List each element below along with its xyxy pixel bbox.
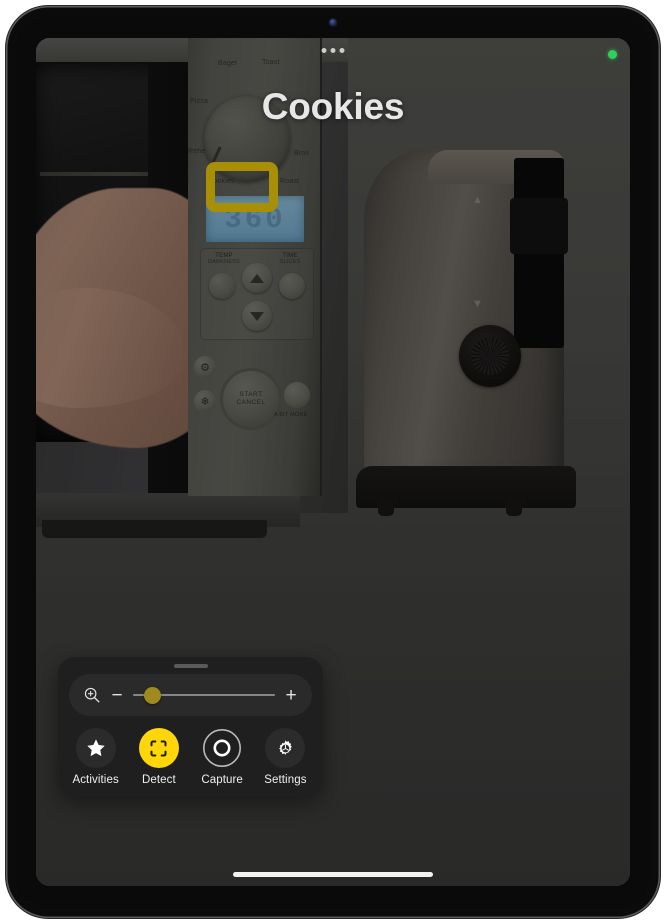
home-indicator-bar[interactable] bbox=[233, 872, 433, 877]
dial-label-broil: Broil bbox=[294, 150, 310, 157]
cancel-text: CANCEL bbox=[236, 399, 266, 406]
multitask-dot bbox=[330, 48, 336, 53]
oven-keypad: TEMP DARKNESS TIME SLICES bbox=[200, 248, 314, 340]
snowflake-icon: ❄ bbox=[194, 390, 216, 412]
oven-up-button bbox=[242, 263, 272, 293]
darkness-text: DARKNESS bbox=[208, 259, 240, 265]
scan-frame-icon bbox=[150, 739, 167, 757]
chevron-up-icon: ▲ bbox=[472, 194, 483, 206]
oven-start-cancel-button: START CANCEL bbox=[220, 368, 282, 430]
capture-label: Capture bbox=[201, 774, 243, 786]
zoom-in-button[interactable]: + bbox=[284, 686, 298, 705]
toaster-lever bbox=[510, 198, 568, 254]
keypad-temp-label: TEMP DARKNESS bbox=[205, 253, 243, 265]
oven-a-bit-more-button bbox=[284, 382, 310, 408]
detect-icon-wrap bbox=[138, 728, 179, 768]
detect-button[interactable]: Detect bbox=[129, 728, 189, 786]
dial-label-bagel: Bagel bbox=[218, 60, 237, 67]
multitasking-dots-icon[interactable] bbox=[321, 48, 345, 53]
triangle-down-icon bbox=[250, 311, 264, 321]
capture-icon-wrap bbox=[202, 728, 242, 768]
gear-icon bbox=[278, 739, 292, 755]
detection-highlight-box bbox=[206, 162, 278, 212]
oven-down-button bbox=[242, 301, 272, 331]
keypad-time-label: TIME SLICES bbox=[271, 253, 309, 265]
oven-temp-button bbox=[209, 273, 235, 299]
panel-button-row: Activities Detect Capture Settings bbox=[58, 726, 323, 786]
zoom-slider-thumb[interactable] bbox=[144, 686, 162, 704]
detected-text-label: Cookies bbox=[261, 86, 405, 127]
oven-a-bit-more-label: A BIT MORE bbox=[274, 412, 308, 418]
toaster-browning-dial bbox=[459, 325, 521, 387]
slices-text: SLICES bbox=[279, 259, 301, 265]
ipad-screen: Toast Bagel Cookies Pizza Bake Reheat Ro… bbox=[36, 38, 630, 886]
scene-toaster: ▲ ▼ bbox=[364, 150, 568, 480]
dial-label-toast: Toast bbox=[262, 59, 280, 66]
ipad-device: Toast Bagel Cookies Pizza Bake Reheat Ro… bbox=[6, 6, 660, 918]
toaster-dial-knurl bbox=[471, 337, 509, 375]
activities-button[interactable]: Activities bbox=[66, 728, 126, 786]
star-icon bbox=[86, 739, 105, 757]
multitask-dot bbox=[321, 48, 327, 53]
settings-label: Settings bbox=[264, 774, 307, 786]
settings-icon-wrap bbox=[265, 728, 306, 768]
zoom-out-button[interactable]: − bbox=[110, 686, 124, 705]
magnifier-control-panel: − + Activities Detect Capture Settings bbox=[58, 657, 323, 796]
detect-label: Detect bbox=[141, 774, 176, 786]
camera-in-use-indicator-icon bbox=[608, 50, 617, 59]
panel-drag-handle[interactable] bbox=[173, 664, 208, 668]
chevron-down-icon: ▼ bbox=[472, 298, 483, 310]
start-text: START bbox=[239, 391, 263, 398]
activities-label: Activities bbox=[72, 774, 119, 786]
oven-foot bbox=[42, 520, 267, 538]
magnifier-plus-icon bbox=[83, 686, 101, 704]
triangle-up-icon bbox=[250, 273, 264, 283]
settings-button[interactable]: Settings bbox=[255, 728, 315, 786]
fan-icon: ⚙ bbox=[194, 356, 216, 378]
front-camera-lens-icon bbox=[329, 19, 337, 26]
oven-time-button bbox=[279, 273, 305, 299]
zoom-control-row: − + bbox=[69, 674, 312, 716]
capture-button[interactable]: Capture bbox=[192, 728, 252, 786]
toaster-foot bbox=[378, 500, 394, 516]
dial-label-roast: Roast bbox=[280, 178, 300, 185]
toaster-foot bbox=[506, 500, 522, 516]
zoom-slider[interactable] bbox=[133, 686, 275, 704]
capture-ring-icon bbox=[203, 728, 242, 768]
activities-icon-wrap bbox=[75, 728, 116, 768]
multitask-dot bbox=[339, 48, 345, 53]
